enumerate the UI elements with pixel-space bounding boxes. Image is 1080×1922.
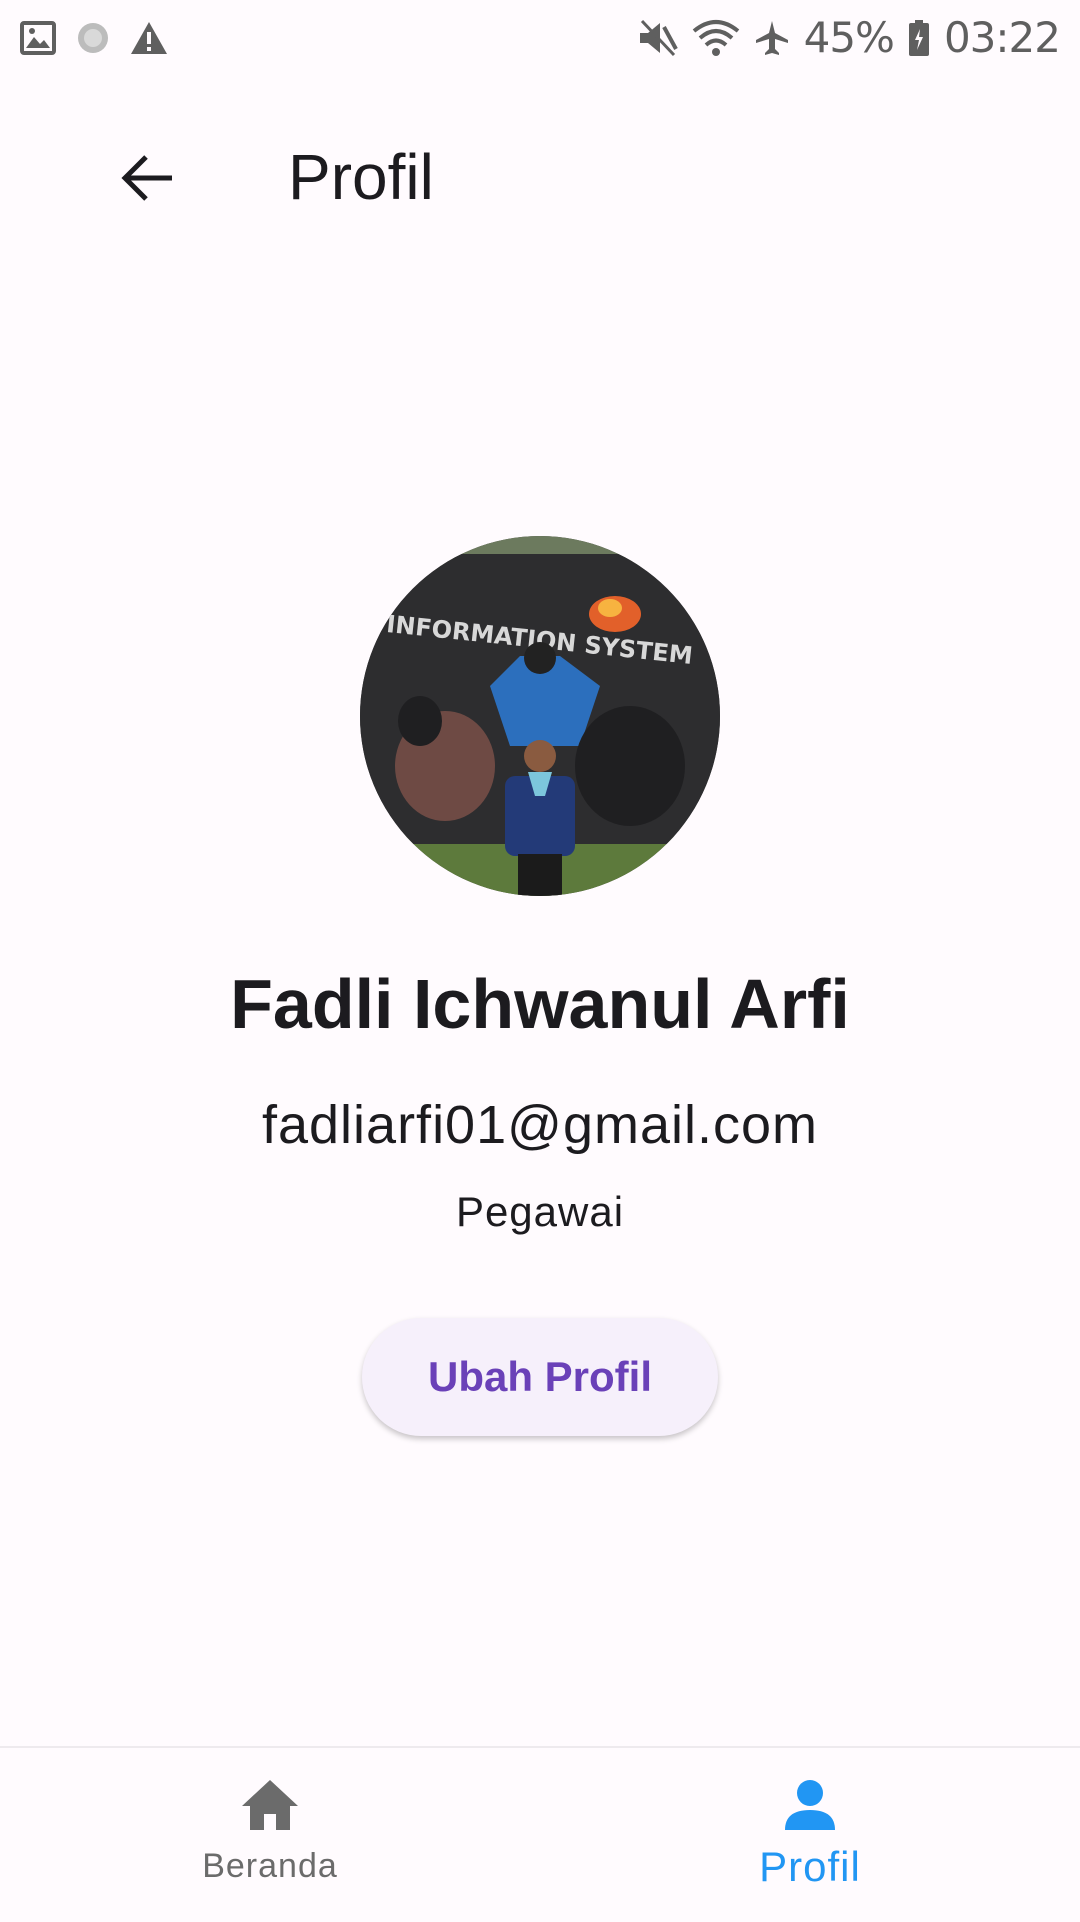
profile-email: fadliarfi01@gmail.com	[261, 1095, 819, 1155]
edit-profile-button[interactable]: Ubah Profil	[362, 1318, 718, 1436]
battery-percent: 45%	[803, 13, 895, 62]
profile-name: Fadli Ichwanul Arfi	[230, 965, 850, 1043]
airplane-icon	[754, 19, 790, 57]
vibrate-mute-icon	[638, 19, 678, 57]
arrow-back-icon	[120, 153, 176, 208]
app-bar: Profil	[0, 110, 1080, 250]
battery-icon	[908, 19, 930, 57]
profile-role: Pegawai	[455, 1188, 625, 1235]
wifi-icon	[692, 19, 740, 57]
clock: 03:22	[943, 13, 1061, 62]
back-button[interactable]	[112, 144, 184, 216]
avatar-photo: INFORMATION SYSTEM	[360, 536, 720, 896]
image-icon	[20, 20, 56, 55]
status-right: 45% 03:22	[638, 13, 1061, 62]
warning-icon	[130, 21, 168, 55]
page-title: Profil	[288, 141, 434, 213]
person-icon	[783, 1778, 837, 1837]
status-bar: 45% 03:22	[0, 0, 1080, 75]
nav-item-beranda[interactable]: Beranda	[0, 1748, 540, 1922]
home-icon	[240, 1778, 300, 1837]
nav-label-beranda: Beranda	[202, 1847, 338, 1885]
bottom-navigation: Beranda Profil	[0, 1746, 1080, 1922]
loading-icon	[76, 21, 110, 55]
status-left	[20, 20, 168, 55]
nav-label-profil: Profil	[759, 1843, 861, 1890]
nav-item-profil[interactable]: Profil	[540, 1748, 1080, 1922]
avatar: INFORMATION SYSTEM	[360, 536, 720, 896]
